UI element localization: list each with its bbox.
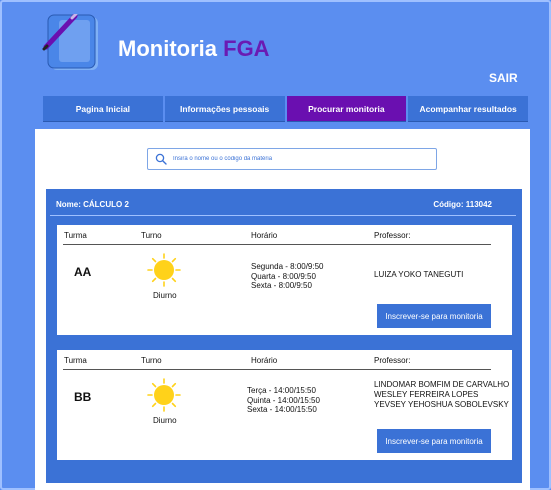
col-header-turma: Turma <box>64 356 87 365</box>
logout-button[interactable]: SAIR <box>489 71 518 85</box>
class-shift: Diurno <box>153 291 177 300</box>
professor-name: WESLEY FERREIRA LOPES <box>374 390 479 399</box>
col-header-professor: Professor: <box>374 356 411 365</box>
col-header-horario: Horário <box>251 231 278 240</box>
col-header-horario: Horário <box>251 356 278 365</box>
schedule-line: Sexta - 8:00/9:50 <box>251 281 312 290</box>
class-schedule: Terça - 14:00/15:50 Quinta - 14:00/15:50… <box>247 386 320 415</box>
tab-informacoes-pessoais[interactable]: Informações pessoais <box>164 96 285 122</box>
schedule-line: Quarta - 8:00/9:50 <box>251 271 316 281</box>
col-header-turno: Turno <box>141 356 162 365</box>
notebook-pen-logo-icon <box>42 14 98 70</box>
header-divider <box>63 369 491 370</box>
professor-name: YEVSEY YEHOSHUA SOBOLEVSKY <box>374 400 509 409</box>
app-title-accent: FGA <box>223 36 270 61</box>
schedule-line: Segunda - 8:00/9:50 <box>251 262 324 271</box>
schedule-line: Quinta - 14:00/15:50 <box>247 395 320 405</box>
class-card: Turma Turno Horário Professor: BB Diurno… <box>57 350 512 460</box>
col-header-turma: Turma <box>64 231 87 240</box>
app-title: Monitoria FGA <box>118 36 270 62</box>
tab-pagina-inicial[interactable]: Pagina Inicial <box>43 96 163 122</box>
class-code: AA <box>74 265 92 279</box>
class-code: BB <box>74 390 92 404</box>
course-header: Nome: CÁLCULO 2 Código: 113042 <box>56 200 508 209</box>
class-card: Turma Turno Horário Professor: AA Diurno… <box>57 225 512 335</box>
course-divider <box>50 215 516 216</box>
class-schedule: Segunda - 8:00/9:50 Quarta - 8:00/9:50 S… <box>251 262 324 291</box>
class-professors: LUIZA YOKO TANEGUTI <box>374 270 463 280</box>
sun-icon <box>147 378 181 412</box>
schedule-line: Terça - 14:00/15:50 <box>247 386 316 395</box>
class-shift: Diurno <box>153 416 177 425</box>
sun-icon <box>147 253 181 287</box>
app-title-main: Monitoria <box>118 36 217 61</box>
search-icon <box>155 153 167 165</box>
tab-acompanhar-resultados[interactable]: Acompanhar resultados <box>408 96 528 122</box>
schedule-line: Sexta - 14:00/15:50 <box>247 405 317 414</box>
professor-name: LUIZA YOKO TANEGUTI <box>374 270 464 279</box>
enroll-button[interactable]: Inscrever-se para monitoria <box>377 304 491 328</box>
course-code: Código: 113042 <box>433 200 492 209</box>
course-name: Nome: CÁLCULO 2 <box>56 200 129 209</box>
col-header-turno: Turno <box>141 231 162 240</box>
tab-procurar-monitoria[interactable]: Procurar monitoria <box>286 96 407 122</box>
main-nav: Pagina Inicial Informações pessoais Proc… <box>43 96 528 122</box>
col-header-professor: Professor: <box>374 231 411 240</box>
class-professors: LINDOMAR BOMFIM DE CARVALHO WESLEY FERRE… <box>374 380 509 410</box>
header-divider <box>63 244 491 245</box>
professor-name: LINDOMAR BOMFIM DE CARVALHO <box>374 380 510 389</box>
search-input[interactable] <box>173 156 413 162</box>
search-box <box>147 148 437 170</box>
enroll-button[interactable]: Inscrever-se para monitoria <box>377 429 491 453</box>
